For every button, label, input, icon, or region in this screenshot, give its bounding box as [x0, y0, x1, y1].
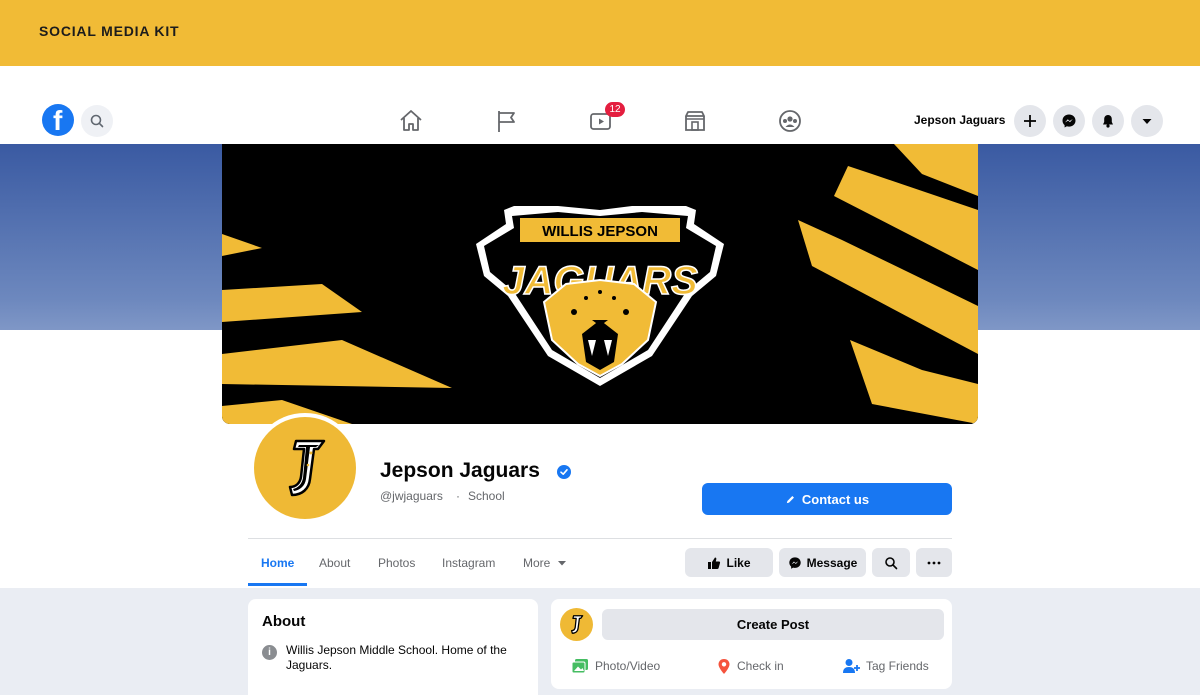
caret-down-icon — [1142, 119, 1152, 124]
tab-about[interactable]: About — [319, 556, 350, 570]
active-tab-indicator — [248, 583, 307, 586]
page-search-button[interactable] — [872, 548, 910, 577]
tag-friends-button[interactable]: Tag Friends — [842, 656, 929, 676]
profile-divider — [248, 538, 952, 539]
tab-more-label: More — [523, 556, 551, 570]
cover-school-line: WILLIS JEPSON — [542, 223, 658, 240]
tab-home[interactable]: Home — [261, 556, 294, 570]
flag-icon[interactable] — [491, 106, 521, 136]
marketplace-icon[interactable] — [680, 106, 710, 136]
composer-avatar[interactable] — [560, 608, 593, 641]
jaguars-j-logo — [571, 615, 584, 634]
contact-us-label: Contact us — [801, 491, 870, 507]
create-post-button[interactable]: Create Post — [602, 609, 944, 640]
pencil-icon — [786, 495, 794, 503]
home-icon[interactable] — [396, 106, 426, 136]
messenger-icon — [788, 556, 801, 569]
watch-notification-badge: 12 — [605, 102, 625, 117]
page-category: School — [468, 489, 505, 503]
tab-photos[interactable]: Photos — [378, 556, 415, 570]
tab-more[interactable]: More — [523, 556, 567, 570]
photo-icon — [571, 659, 588, 674]
account-menu-button[interactable] — [1131, 105, 1163, 137]
tag-friends-label: Tag Friends — [866, 659, 929, 673]
check-in-button[interactable]: Check in — [717, 656, 784, 676]
banner-title: SOCIAL MEDIA KIT — [39, 23, 180, 39]
ellipsis-icon — [927, 561, 941, 564]
create-post-card: Create Post Photo/Video Check in Tag Fri… — [551, 599, 952, 689]
search-icon — [90, 114, 104, 128]
message-button[interactable]: Message — [779, 548, 866, 577]
thumbs-up-icon — [708, 557, 721, 569]
photo-video-button[interactable]: Photo/Video — [571, 656, 660, 676]
like-button[interactable]: Like — [685, 548, 773, 577]
tab-instagram[interactable]: Instagram — [442, 556, 495, 570]
check-in-label: Check in — [737, 659, 784, 673]
social-media-kit-banner: SOCIAL MEDIA KIT — [0, 0, 1200, 66]
plus-icon — [1024, 115, 1036, 127]
page-handle: @jwjaguars — [380, 489, 443, 503]
nav-username[interactable]: Jepson Jaguars — [914, 113, 1005, 127]
page-name: Jepson Jaguars — [380, 459, 540, 482]
verified-badge-icon — [557, 465, 571, 479]
bell-icon — [1103, 115, 1113, 128]
cover-photo[interactable]: WILLIS JEPSON JAGUARS — [222, 144, 978, 424]
meta-separator: · — [456, 489, 460, 503]
message-label: Message — [806, 555, 858, 570]
tag-friends-icon — [843, 659, 860, 673]
cover-artwork: WILLIS JEPSON JAGUARS — [222, 144, 978, 424]
messenger-icon — [1062, 114, 1076, 128]
info-icon: i — [262, 645, 277, 660]
chevron-down-icon — [557, 561, 566, 566]
notifications-button[interactable] — [1092, 105, 1124, 137]
messenger-button[interactable] — [1053, 105, 1085, 137]
jaguars-j-logo — [288, 439, 326, 497]
facebook-logo-icon[interactable]: f — [42, 104, 74, 136]
search-button[interactable] — [81, 105, 113, 137]
like-label: Like — [726, 555, 751, 570]
about-title: About — [262, 613, 306, 630]
about-card: About i Willis Jepson Middle School. Hom… — [248, 599, 538, 695]
facebook-nav-bar: f 12 Jepson Jaguars — [0, 66, 1200, 144]
photo-video-label: Photo/Video — [595, 659, 661, 673]
contact-us-button[interactable]: Contact us — [702, 483, 952, 515]
search-icon — [885, 556, 898, 569]
profile-avatar[interactable] — [250, 413, 360, 523]
more-options-button[interactable] — [916, 548, 952, 577]
create-button[interactable] — [1014, 105, 1046, 137]
location-pin-icon — [718, 658, 730, 674]
about-description: Willis Jepson Middle School. Home of the… — [286, 643, 507, 672]
groups-icon[interactable] — [775, 106, 805, 136]
